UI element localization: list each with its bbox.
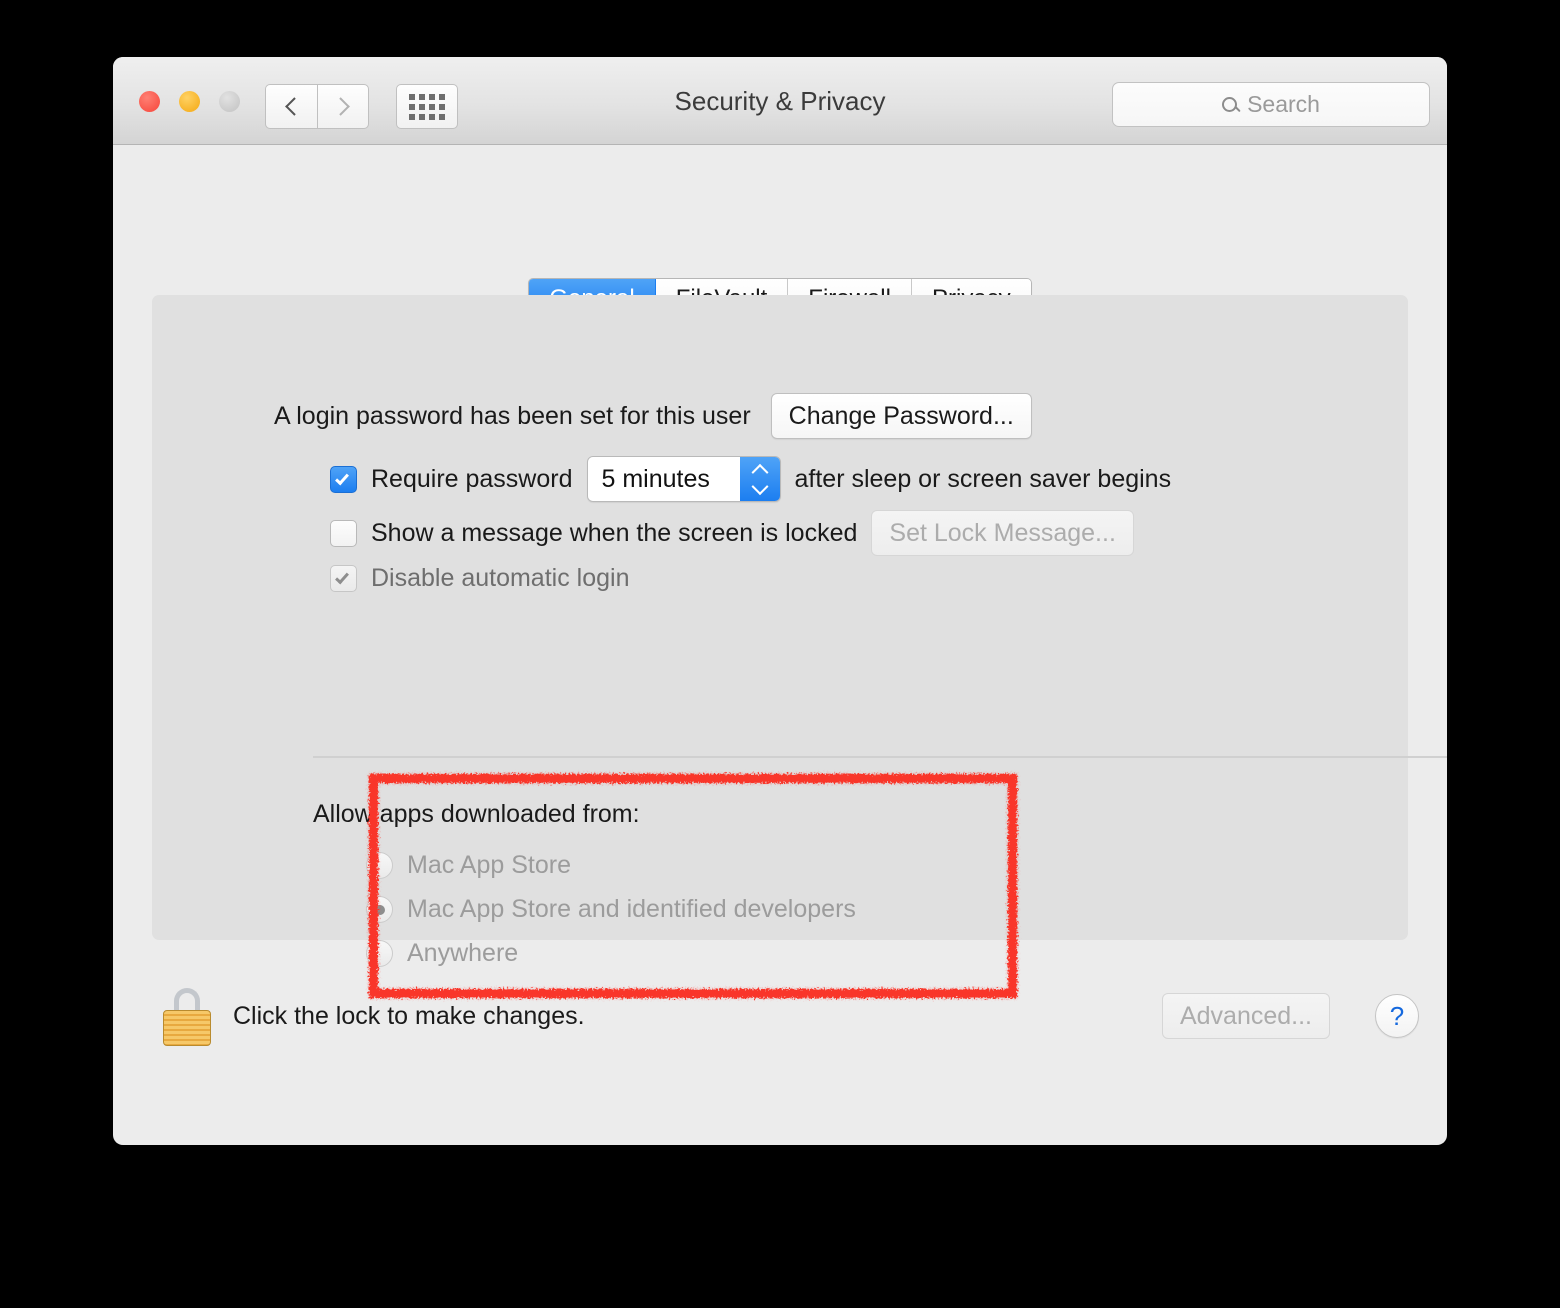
radio-label: Mac App Store and identified developers	[407, 895, 856, 923]
show-lock-message-checkbox[interactable]	[330, 519, 357, 547]
chevron-down-icon[interactable]	[751, 477, 768, 495]
footer-bar: Click the lock to make changes. Advanced…	[113, 975, 1447, 1145]
require-password-checkbox[interactable]	[330, 465, 357, 493]
radio-identified-developers[interactable]	[366, 896, 393, 923]
checkmark-icon	[335, 470, 349, 485]
checkmark-icon	[335, 569, 349, 585]
gatekeeper-option-mac-app-store[interactable]: Mac App Store	[366, 851, 571, 880]
delay-value: 5 minutes	[587, 457, 740, 501]
lock-hint-text: Click the lock to make changes.	[233, 1002, 585, 1030]
section-divider	[313, 756, 1447, 758]
radio-anywhere[interactable]	[366, 940, 393, 967]
lock-message-row: Show a message when the screen is locked…	[330, 510, 1134, 556]
stepper-control[interactable]	[739, 457, 780, 501]
gatekeeper-option-identified-developers[interactable]: Mac App Store and identified developers	[366, 895, 856, 924]
window-titlebar: Security & Privacy Search	[113, 57, 1447, 145]
advanced-button[interactable]: Advanced...	[1161, 993, 1330, 1039]
radio-mac-app-store[interactable]	[366, 852, 393, 879]
disable-auto-login-row: Disable automatic login	[330, 564, 629, 593]
window-body: General FileVault Firewall Privacy A log…	[113, 145, 1447, 1145]
radio-label: Anywhere	[407, 939, 519, 967]
radio-selected-dot	[374, 904, 385, 915]
padlock-body	[163, 1010, 211, 1046]
search-icon	[1222, 97, 1238, 112]
preferences-window: Security & Privacy Search General FileVa…	[113, 57, 1447, 1145]
require-password-row: Require password 5 minutes after sleep o…	[330, 456, 1171, 502]
gatekeeper-heading: Allow apps downloaded from:	[313, 800, 640, 828]
general-panel: A login password has been set for this u…	[152, 295, 1447, 998]
radio-label: Mac App Store	[407, 851, 571, 879]
gatekeeper-heading-row: Allow apps downloaded from:	[313, 800, 640, 829]
disable-auto-login-label: Disable automatic login	[371, 564, 630, 592]
set-lock-message-button[interactable]: Set Lock Message...	[871, 510, 1134, 556]
help-button[interactable]: ?	[1375, 994, 1419, 1038]
disable-auto-login-checkbox	[330, 565, 357, 592]
require-password-suffix: after sleep or screen saver begins	[794, 464, 1172, 493]
gatekeeper-option-anywhere[interactable]: Anywhere	[366, 939, 518, 968]
password-status-row: A login password has been set for this u…	[274, 393, 1032, 439]
require-password-delay-popup[interactable]: 5 minutes	[586, 456, 781, 502]
require-password-label: Require password	[371, 464, 573, 493]
search-placeholder: Search	[1247, 91, 1320, 117]
change-password-button[interactable]: Change Password...	[770, 393, 1032, 439]
show-lock-message-label: Show a message when the screen is locked	[371, 518, 858, 547]
search-field[interactable]: Search	[1112, 82, 1430, 127]
password-status-label: A login password has been set for this u…	[274, 401, 751, 430]
lock-icon[interactable]	[163, 988, 211, 1046]
